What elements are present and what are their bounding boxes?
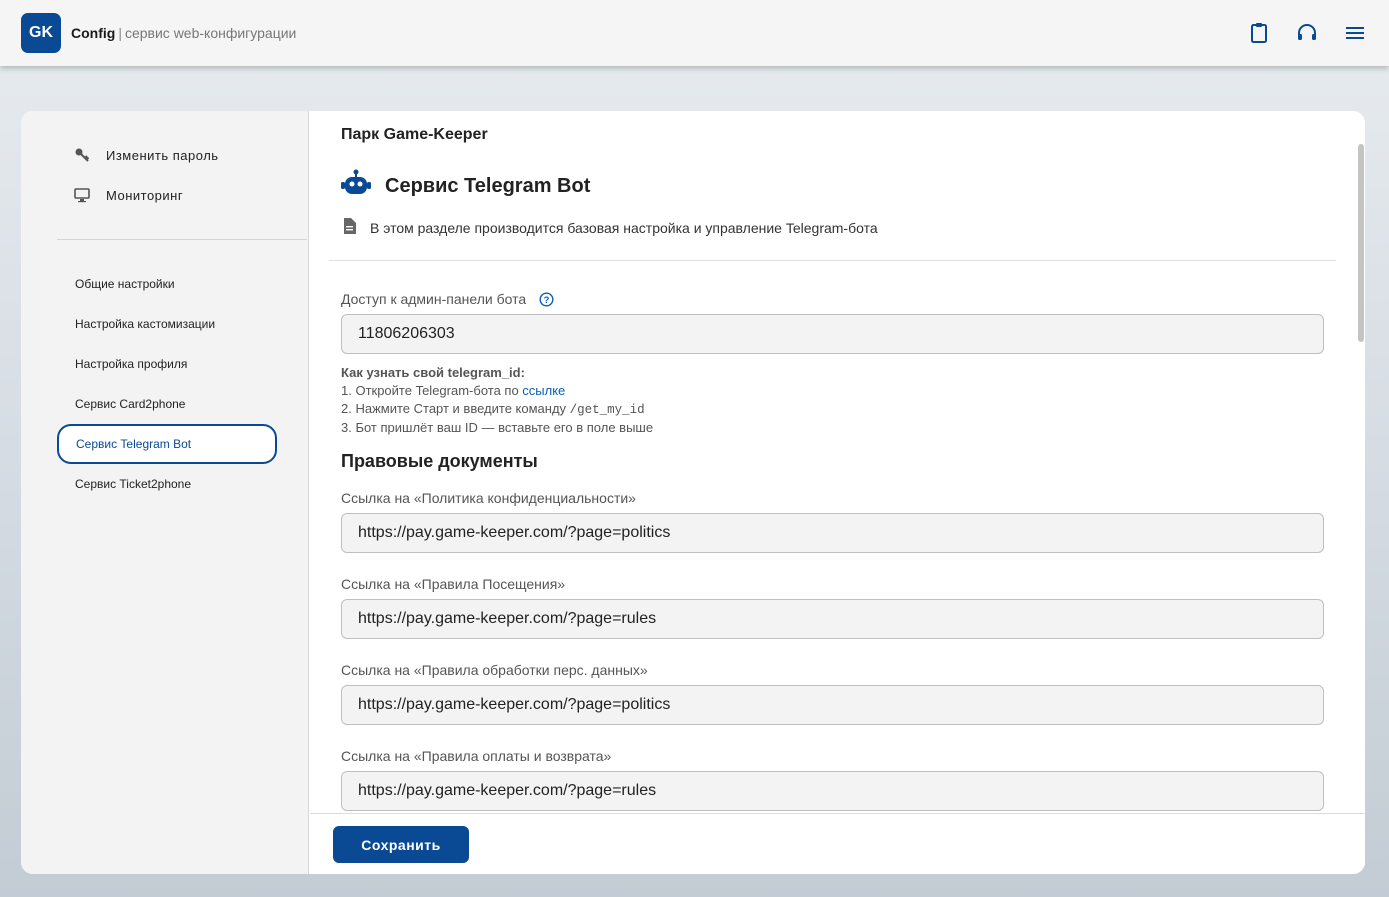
clipboard-icon[interactable] [1247,21,1271,45]
personal-data-rules-label: Ссылка на «Правила обработки перс. данны… [341,662,648,678]
command-code: /get_my_id [569,403,645,417]
admin-access-input[interactable]: 11806206303 [341,314,1324,354]
config-card: Изменить пароль Мониторинг Общие настрой… [21,111,1365,874]
personal-data-rules-input[interactable]: https://pay.game-keeper.com/?page=politi… [341,685,1324,725]
sidebar-item-change-password[interactable]: Изменить пароль [73,146,219,164]
main-content: Парк Game-Keeper Сервис Telegram Bot В э… [310,111,1365,874]
sidebar-link-customization[interactable]: Настройка кастомизации [75,317,215,331]
app-name: Config [71,25,116,41]
payment-refund-rules-label: Ссылка на «Правила оплаты и возврата» [341,748,612,764]
monitor-icon [73,186,91,204]
visit-rules-input[interactable]: https://pay.game-keeper.com/?page=rules [341,599,1324,639]
privacy-policy-input[interactable]: https://pay.game-keeper.com/?page=politi… [341,513,1324,553]
headset-icon[interactable] [1295,21,1319,45]
help-icon[interactable]: ? [539,291,554,307]
logo[interactable]: GK [21,13,61,53]
robot-icon [341,169,371,203]
help-title: Как узнать свой telegram_id: [341,365,525,380]
sidebar: Изменить пароль Мониторинг Общие настрой… [21,111,309,874]
footer-bar: Сохранить [310,813,1365,874]
section-description-text: В этом разделе производится базовая наст… [370,219,878,236]
svg-text:?: ? [544,295,550,306]
top-bar: GK Config | сервис web-конфигурации [0,0,1389,66]
section-description: В этом разделе производится базовая наст… [343,218,878,237]
payment-refund-rules-input[interactable]: https://pay.game-keeper.com/?page=rules [341,771,1324,811]
scrollbar-thumb[interactable] [1358,144,1364,342]
legal-docs-title: Правовые документы [341,451,538,471]
privacy-policy-label: Ссылка на «Политика конфиденциальности» [341,490,636,506]
sidebar-item-label: Изменить пароль [106,147,219,163]
telegram-id-help: Как узнать свой telegram_id: 1. Откройте… [341,364,653,437]
park-name: Парк Game-Keeper [341,126,488,143]
save-button[interactable]: Сохранить [333,826,469,863]
app-subtitle: сервис web-конфигурации [124,25,297,41]
sidebar-item-label: Мониторинг [106,187,184,203]
section-divider [329,260,1336,261]
document-icon [343,218,356,237]
sidebar-link-ticket2phone[interactable]: Сервис Ticket2phone [75,477,191,491]
key-icon [73,146,91,164]
sidebar-divider [57,239,307,240]
menu-icon[interactable] [1343,21,1367,45]
sidebar-link-card2phone[interactable]: Сервис Card2phone [75,397,185,411]
section-title-text: Сервис Telegram Bot [385,174,591,197]
help-step-1: 1. Откройте Telegram-бота по ссылке [341,382,653,400]
brand-separator: | [118,25,122,41]
section-title: Сервис Telegram Bot [341,169,590,203]
bot-link[interactable]: ссылке [522,383,565,398]
sidebar-link-telegram-bot[interactable]: Сервис Telegram Bot [57,424,277,464]
sidebar-link-general[interactable]: Общие настройки [75,277,175,291]
sidebar-link-profile[interactable]: Настройка профиля [75,357,187,371]
app-brand: Config | сервис web-конфигурации [71,25,296,41]
help-step-2-text: 2. Нажмите Старт и введите команду [341,401,570,416]
help-step-2: 2. Нажмите Старт и введите команду /get_… [341,400,653,419]
visit-rules-label: Ссылка на «Правила Посещения» [341,576,566,592]
help-step-3: 3. Бот пришлёт ваш ID — вставьте его в п… [341,420,654,435]
sidebar-item-monitoring[interactable]: Мониторинг [73,186,183,204]
help-step-1-text: 1. Откройте Telegram-бота по [341,383,523,398]
admin-access-label: Доступ к админ-панели бота ? [341,291,554,307]
admin-access-label-text: Доступ к админ-панели бота [341,291,527,307]
